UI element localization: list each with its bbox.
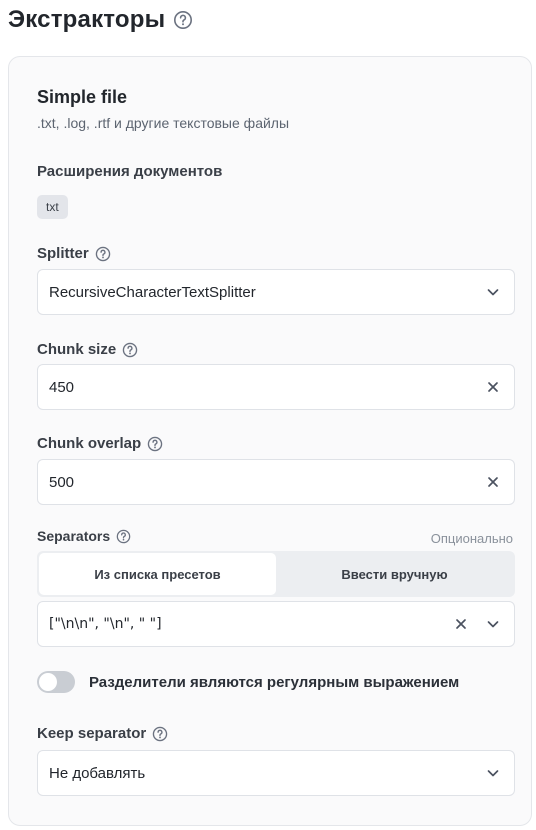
chunk-overlap-value: 500 bbox=[49, 473, 75, 491]
keep-separator-label-text: Keep separator bbox=[37, 725, 147, 742]
optional-label: Опционально bbox=[430, 531, 513, 546]
keep-separator-value: Не добавлять bbox=[49, 764, 146, 782]
chunk-size-label-text: Chunk size bbox=[37, 341, 117, 358]
splitter-select[interactable]: RecursiveCharacterTextSplitter bbox=[37, 269, 515, 315]
help-icon[interactable] bbox=[122, 342, 138, 358]
help-icon[interactable] bbox=[116, 529, 131, 544]
chunk-size-input[interactable]: 450 bbox=[37, 364, 515, 410]
doc-extensions-label-text: Расширения документов bbox=[37, 163, 223, 180]
keep-separator-select[interactable]: Не добавлять bbox=[37, 750, 515, 796]
chunk-overlap-label: Chunk overlap bbox=[37, 435, 163, 452]
regex-toggle-label: Разделители являются регулярным выражени… bbox=[89, 673, 460, 691]
extractor-card: Simple file .txt, .log, .rtf и другие те… bbox=[8, 56, 532, 826]
chevron-down-icon[interactable] bbox=[484, 615, 502, 633]
splitter-label: Splitter bbox=[37, 245, 111, 262]
separators-mode-switch: Из списка пресетов Ввести вручную bbox=[37, 551, 515, 597]
page-title: Экстракторы bbox=[8, 6, 166, 33]
chunk-overlap-label-text: Chunk overlap bbox=[37, 435, 142, 452]
chevron-down-icon[interactable] bbox=[484, 283, 502, 301]
clear-icon[interactable] bbox=[452, 615, 470, 633]
toggle-knob bbox=[39, 673, 57, 691]
extractor-subtitle: .txt, .log, .rtf и другие текстовые файл… bbox=[37, 115, 290, 131]
help-icon[interactable] bbox=[173, 10, 193, 30]
clear-icon[interactable] bbox=[484, 378, 502, 396]
splitter-label-text: Splitter bbox=[37, 245, 89, 262]
regex-toggle[interactable] bbox=[37, 671, 75, 693]
tab-presets[interactable]: Из списка пресетов bbox=[39, 553, 276, 595]
regex-toggle-row: Разделители являются регулярным выражени… bbox=[37, 671, 459, 693]
extension-tag-txt: txt bbox=[37, 195, 68, 219]
separators-select[interactable]: ["\n\n", "\n", " "] bbox=[37, 601, 515, 647]
splitter-value: RecursiveCharacterTextSplitter bbox=[49, 283, 256, 301]
separators-value: ["\n\n", "\n", " "] bbox=[49, 616, 162, 632]
separators-label: Separators bbox=[37, 528, 131, 544]
separators-label-text: Separators bbox=[37, 528, 111, 544]
help-icon[interactable] bbox=[147, 436, 163, 452]
tab-manual[interactable]: Ввести вручную bbox=[276, 553, 513, 595]
keep-separator-label: Keep separator bbox=[37, 725, 168, 742]
help-icon[interactable] bbox=[95, 246, 111, 262]
chevron-down-icon[interactable] bbox=[484, 764, 502, 782]
doc-extensions-label: Расширения документов bbox=[37, 163, 222, 180]
clear-icon[interactable] bbox=[484, 473, 502, 491]
chunk-overlap-input[interactable]: 500 bbox=[37, 459, 515, 505]
help-icon[interactable] bbox=[152, 726, 168, 742]
extractor-title: Simple file bbox=[37, 87, 128, 107]
page-header: Экстракторы bbox=[8, 4, 193, 36]
chunk-size-label: Chunk size bbox=[37, 341, 138, 358]
chunk-size-value: 450 bbox=[49, 378, 75, 396]
